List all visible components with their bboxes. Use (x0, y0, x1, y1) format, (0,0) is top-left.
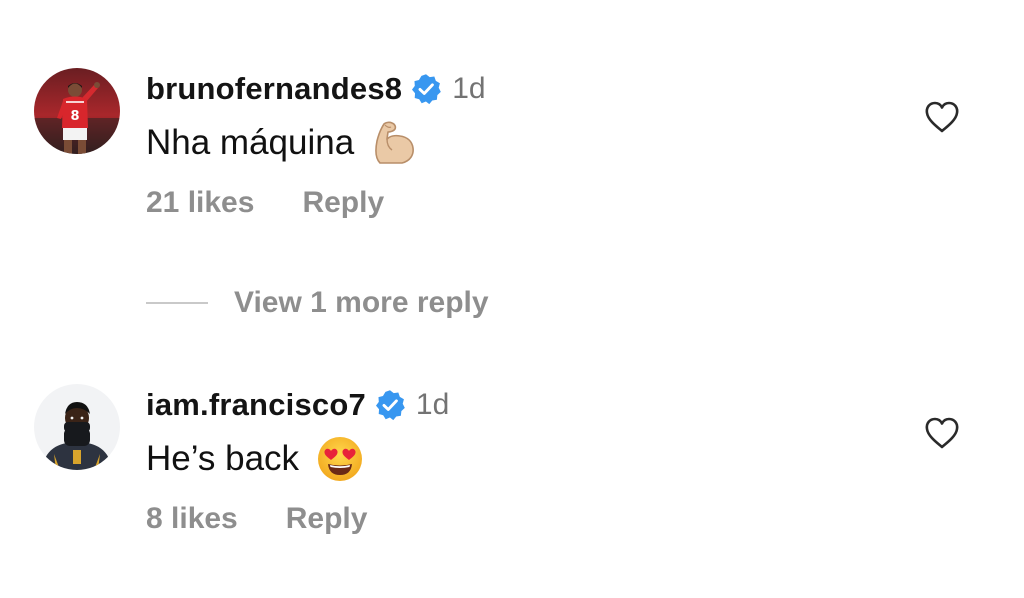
comment-body: He’s back (146, 434, 365, 484)
comment-actions: 8 likes Reply (146, 496, 367, 542)
likes-count[interactable]: 21 likes (146, 186, 254, 220)
heart-outline-icon[interactable] (922, 97, 962, 137)
comments-section: 8 brunofernandes8 1d Nha máquina 21 like… (0, 0, 1024, 598)
view-more-replies-button[interactable]: View 1 more reply (146, 280, 489, 326)
avatar[interactable] (34, 384, 120, 470)
comment-header: brunofernandes8 1d (146, 66, 486, 112)
flexed-biceps-emoji-icon (370, 119, 418, 167)
avatar[interactable]: 8 (34, 68, 120, 154)
verified-badge-icon (374, 389, 406, 421)
reply-button[interactable]: Reply (302, 186, 384, 220)
comment-header: iam.francisco7 1d (146, 382, 449, 428)
reply-button[interactable]: Reply (286, 502, 368, 536)
verified-badge-icon (410, 73, 442, 105)
comment-text: Nha máquina (146, 123, 355, 162)
timestamp: 1d (452, 72, 486, 105)
heart-eyes-emoji-icon (315, 434, 365, 484)
comment-text: He’s back (146, 439, 300, 478)
comment-body: Nha máquina (146, 118, 418, 168)
avatar-image: 8 (34, 68, 120, 154)
username[interactable]: brunofernandes8 (146, 71, 402, 107)
timestamp: 1d (415, 388, 450, 421)
view-more-replies-label: View 1 more reply (234, 286, 489, 319)
svg-text:8: 8 (70, 109, 79, 124)
heart-outline-icon[interactable] (922, 413, 962, 453)
comment-actions: 21 likes Reply (146, 180, 384, 226)
likes-count[interactable]: 8 likes (146, 502, 238, 536)
username[interactable]: iam.francisco7 (146, 387, 366, 423)
avatar-image (34, 384, 120, 470)
thread-divider (146, 302, 208, 304)
